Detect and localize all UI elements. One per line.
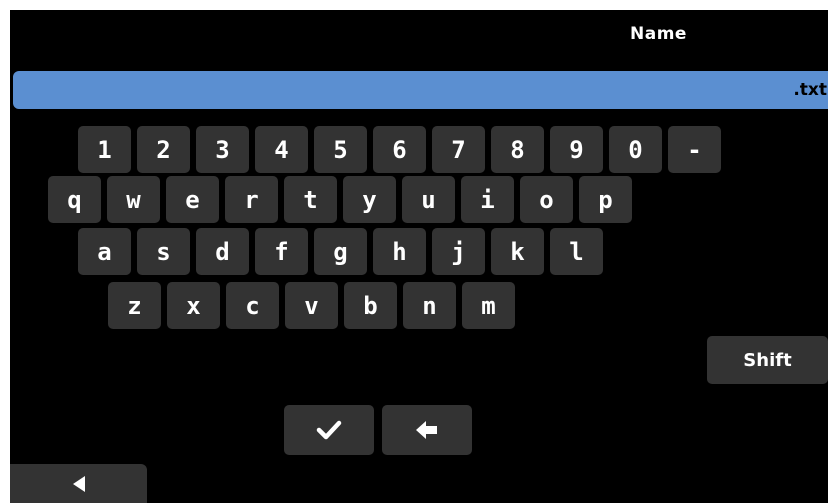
key-a[interactable]: a (78, 228, 131, 275)
key-2[interactable]: 2 (137, 126, 190, 173)
key-x[interactable]: x (167, 282, 220, 329)
key-4[interactable]: 4 (255, 126, 308, 173)
key-b[interactable]: b (344, 282, 397, 329)
triangle-left-icon (72, 475, 85, 492)
key-3[interactable]: 3 (196, 126, 249, 173)
confirm-button[interactable] (284, 405, 374, 455)
key-j[interactable]: j (432, 228, 485, 275)
key-e[interactable]: e (166, 176, 219, 223)
key-w[interactable]: w (107, 176, 160, 223)
key-n[interactable]: n (403, 282, 456, 329)
key-8[interactable]: 8 (491, 126, 544, 173)
key-q[interactable]: q (48, 176, 101, 223)
key-m[interactable]: m (462, 282, 515, 329)
back-button[interactable] (10, 464, 147, 503)
shift-button[interactable]: Shift (707, 336, 828, 384)
key-h[interactable]: h (373, 228, 426, 275)
name-input-value: .txt (793, 80, 827, 100)
key-f[interactable]: f (255, 228, 308, 275)
key-minus[interactable]: - (668, 126, 721, 173)
page-title: Name (630, 24, 687, 44)
key-g[interactable]: g (314, 228, 367, 275)
key-c[interactable]: c (226, 282, 279, 329)
key-0[interactable]: 0 (609, 126, 662, 173)
key-d[interactable]: d (196, 228, 249, 275)
left-arrow-icon (416, 421, 437, 439)
key-9[interactable]: 9 (550, 126, 603, 173)
key-5[interactable]: 5 (314, 126, 367, 173)
key-k[interactable]: k (491, 228, 544, 275)
key-o[interactable]: o (520, 176, 573, 223)
backspace-button[interactable] (382, 405, 472, 455)
key-6[interactable]: 6 (373, 126, 426, 173)
key-s[interactable]: s (137, 228, 190, 275)
name-input[interactable]: .txt (13, 71, 828, 109)
key-u[interactable]: u (402, 176, 455, 223)
key-r[interactable]: r (225, 176, 278, 223)
key-t[interactable]: t (284, 176, 337, 223)
key-1[interactable]: 1 (78, 126, 131, 173)
key-p[interactable]: p (579, 176, 632, 223)
key-z[interactable]: z (108, 282, 161, 329)
key-v[interactable]: v (285, 282, 338, 329)
key-y[interactable]: y (343, 176, 396, 223)
screen: Name .txt 1 2 3 4 5 6 7 8 9 0 - q w e r … (10, 10, 828, 503)
key-l[interactable]: l (550, 228, 603, 275)
key-7[interactable]: 7 (432, 126, 485, 173)
key-i[interactable]: i (461, 176, 514, 223)
check-icon (316, 420, 342, 440)
